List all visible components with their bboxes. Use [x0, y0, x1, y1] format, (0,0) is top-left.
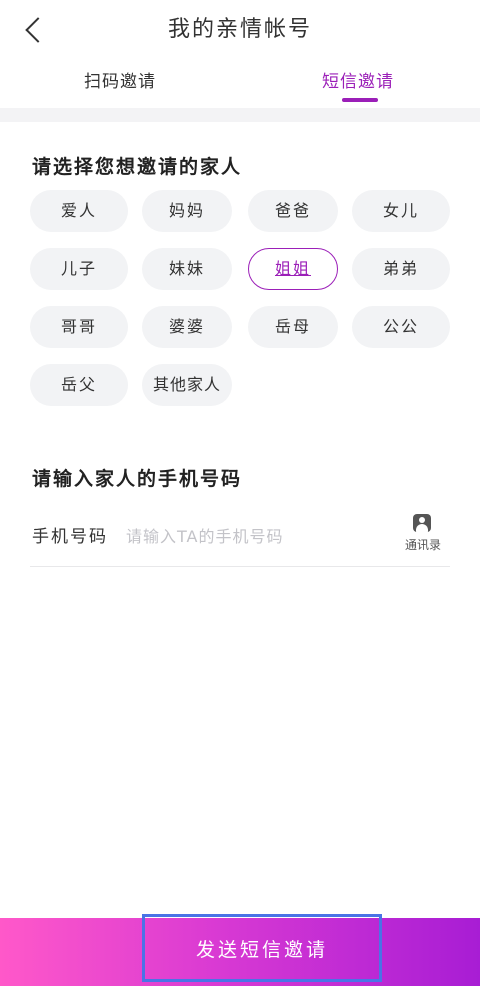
contacts-button[interactable]: 通讯录	[398, 514, 448, 558]
chip-older-sister[interactable]: 姐姐	[248, 248, 338, 290]
contact-book-icon	[413, 514, 431, 532]
chip-younger-sister[interactable]: 妹妹	[142, 248, 232, 290]
chip-father[interactable]: 爸爸	[248, 190, 338, 232]
section-divider	[0, 108, 480, 122]
chip-younger-brother[interactable]: 弟弟	[352, 248, 450, 290]
chip-spouse[interactable]: 爱人	[30, 190, 128, 232]
tab-qr-invite[interactable]: 扫码邀请	[84, 60, 156, 106]
chip-wife-mother[interactable]: 岳母	[248, 306, 338, 348]
active-tab-indicator	[342, 98, 378, 102]
tab-bar: 扫码邀请 短信邀请	[0, 60, 480, 106]
chevron-left-icon	[25, 17, 51, 43]
back-button[interactable]	[16, 10, 52, 50]
phone-label: 手机号码	[32, 527, 108, 547]
chip-other-family[interactable]: 其他家人	[142, 364, 232, 406]
chip-mother-in-law[interactable]: 婆婆	[142, 306, 232, 348]
phone-input[interactable]	[124, 520, 378, 552]
chip-mother[interactable]: 妈妈	[142, 190, 232, 232]
phone-row: 手机号码 通讯录	[30, 508, 450, 567]
page-title: 我的亲情帐号	[167, 17, 312, 42]
phone-section-title: 请输入家人的手机号码	[32, 468, 243, 490]
send-sms-invite-button[interactable]: 发送短信邀请	[142, 914, 382, 982]
contacts-label: 通讯录	[404, 538, 441, 552]
header: 我的亲情帐号	[0, 0, 480, 60]
family-section-title: 请选择您想邀请的家人	[32, 156, 243, 178]
chip-son[interactable]: 儿子	[30, 248, 128, 290]
chip-older-brother[interactable]: 哥哥	[30, 306, 128, 348]
chip-wife-father[interactable]: 岳父	[30, 364, 128, 406]
chip-daughter[interactable]: 女儿	[352, 190, 450, 232]
chip-father-in-law[interactable]: 公公	[352, 306, 450, 348]
